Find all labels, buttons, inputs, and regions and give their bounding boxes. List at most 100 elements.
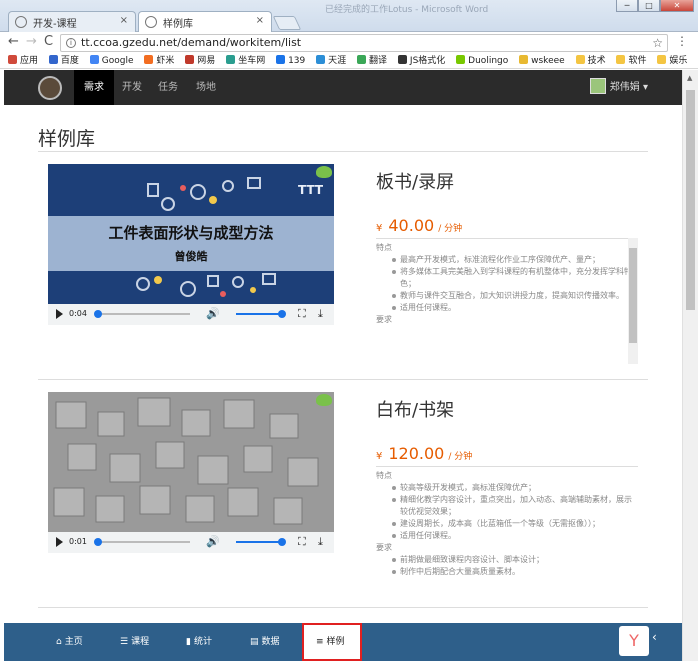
divider xyxy=(38,379,648,380)
download-icon[interactable]: ⤓ xyxy=(318,307,323,321)
window-title: 已经完成的工作Lotus - Microsoft Word xyxy=(325,5,489,15)
nav-item-develop[interactable]: 开发 xyxy=(112,70,152,105)
divider xyxy=(376,466,638,467)
bookmark-xiami[interactable]: 虾米 xyxy=(144,53,174,68)
app-navbar: 需求 开发 任务 场地 郑伟娟 ▾ xyxy=(4,70,682,105)
video-time: 0:04 xyxy=(69,309,87,318)
video-player[interactable] xyxy=(48,392,334,532)
forward-icon[interactable]: → xyxy=(26,35,37,49)
bookmark-js-format[interactable]: JS格式化 xyxy=(397,53,445,68)
bookmark-139[interactable]: 139 xyxy=(276,53,305,68)
folder-icon xyxy=(616,55,626,64)
watermark-icon xyxy=(316,394,332,406)
item-price: ¥120.00/ 分钟 xyxy=(376,444,472,463)
bottom-nav-courses[interactable]: ☰ 课程 xyxy=(108,623,161,661)
description-scrollbar[interactable] xyxy=(628,238,638,364)
requirements-heading: 要求 xyxy=(376,315,392,324)
bookmark-folder-software[interactable]: 软件 xyxy=(616,53,647,68)
minimize-button[interactable]: ─ xyxy=(616,0,638,12)
collapse-icon[interactable]: ‹ xyxy=(652,630,657,644)
video-player[interactable]: TTT 工件表面形状与成型方法 曾俊皓 xyxy=(48,164,334,304)
divider xyxy=(38,607,648,608)
google-icon xyxy=(89,55,99,64)
zuoche-icon xyxy=(226,55,236,64)
browser-tab-dev-course[interactable]: 开发-课程 × xyxy=(8,11,136,32)
back-icon[interactable]: ← xyxy=(8,35,19,49)
maximize-button[interactable]: □ xyxy=(638,0,660,12)
play-icon[interactable] xyxy=(56,309,63,319)
bookmark-label: 软件 xyxy=(628,56,647,66)
scrollbar-thumb[interactable] xyxy=(686,90,695,310)
tianya-icon xyxy=(316,55,326,64)
list-item: 适用任何课程。 xyxy=(392,302,634,314)
fullscreen-icon[interactable]: ⛶ xyxy=(298,307,306,321)
scrollbar-thumb[interactable] xyxy=(629,248,637,343)
volume-icon[interactable]: 🔊 xyxy=(206,307,220,320)
bookmark-translate[interactable]: 翻译 xyxy=(357,53,388,68)
fullscreen-icon[interactable]: ⛶ xyxy=(298,535,306,549)
price-unit: / 分钟 xyxy=(448,452,473,462)
bottom-nav-examples[interactable]: ≡ 样例 xyxy=(302,623,362,661)
window-controls: ─ □ ✕ xyxy=(616,0,694,14)
page-scrollbar[interactable]: ▲ xyxy=(682,70,698,661)
mail-icon xyxy=(276,55,286,64)
list-item: 最高产开发模式，标准流程化作业工序保障优产、量产； xyxy=(392,254,634,266)
price-unit: / 分钟 xyxy=(438,224,463,234)
scroll-up-icon[interactable]: ▲ xyxy=(687,74,692,82)
bookmark-google[interactable]: Google xyxy=(89,53,134,68)
tab-label: 样例库 xyxy=(163,19,193,30)
close-window-button[interactable]: ✕ xyxy=(660,0,694,12)
svg-text:TTT: TTT xyxy=(298,183,324,197)
bookmark-netease[interactable]: 网易 xyxy=(185,53,215,68)
database-icon: ▤ xyxy=(250,637,259,647)
volume-slider[interactable] xyxy=(236,313,282,315)
volume-slider[interactable] xyxy=(236,541,282,543)
list-item: 适用任何课程。 xyxy=(392,530,634,542)
bottom-nav-data[interactable]: ▤ 数据 xyxy=(238,623,292,661)
close-icon[interactable]: × xyxy=(256,15,264,26)
progress-track[interactable] xyxy=(96,313,190,315)
browser-tab-example-library[interactable]: 样例库 × xyxy=(138,11,272,32)
bookmark-zuoche[interactable]: 坐车网 xyxy=(226,53,266,68)
download-icon[interactable]: ⤓ xyxy=(318,535,323,549)
bookmark-star-icon[interactable]: ☆ xyxy=(652,35,663,51)
volume-handle[interactable] xyxy=(278,538,286,546)
play-icon[interactable] xyxy=(56,537,63,547)
nav-item-venue[interactable]: 场地 xyxy=(186,70,226,105)
bottom-nav-home[interactable]: ⌂ 主页 xyxy=(44,623,95,661)
progress-handle[interactable] xyxy=(94,310,102,318)
reload-icon[interactable]: C xyxy=(44,35,53,49)
user-menu[interactable]: 郑伟娟 ▾ xyxy=(589,70,648,105)
list-item: 教师与课件交互融合，加大知识讲授力度，提高知识传播效率。 xyxy=(392,290,634,302)
bookmark-folder-entertainment[interactable]: 娱乐 xyxy=(657,53,687,68)
new-tab-button[interactable] xyxy=(272,16,302,30)
bookmark-folder-tech[interactable]: 技术 xyxy=(575,53,606,68)
item-title: 白布/书架 xyxy=(376,400,455,421)
bookmark-apps[interactable]: 应用 xyxy=(8,53,38,68)
address-bar[interactable]: i tt.ccoa.gzedu.net/demand/workitem/list… xyxy=(60,34,668,52)
volume-handle[interactable] xyxy=(278,310,286,318)
volume-icon[interactable]: 🔊 xyxy=(206,535,220,548)
bookmark-label: 翻译 xyxy=(369,56,388,66)
bookmark-wskeee[interactable]: wskeee xyxy=(519,53,565,68)
browser-menu-icon[interactable]: ⋮ xyxy=(676,34,688,48)
xiami-icon xyxy=(144,55,154,64)
close-icon[interactable]: × xyxy=(120,15,128,26)
list-icon: ☰ xyxy=(120,637,129,647)
duolingo-icon xyxy=(456,55,466,64)
yii-debug-icon[interactable]: Y xyxy=(619,626,649,656)
info-icon[interactable]: i xyxy=(66,38,76,48)
bookmark-label: 坐车网 xyxy=(238,56,266,66)
bookmark-tianya[interactable]: 天涯 xyxy=(316,53,347,68)
bookmark-label: 天涯 xyxy=(328,56,347,66)
bookmark-duolingo[interactable]: Duolingo xyxy=(456,53,508,68)
progress-handle[interactable] xyxy=(94,538,102,546)
progress-track[interactable] xyxy=(96,541,190,543)
bookmark-label: wskeee xyxy=(531,56,565,66)
app-logo[interactable] xyxy=(38,76,62,100)
nav-item-task[interactable]: 任务 xyxy=(148,70,188,105)
apps-icon xyxy=(8,55,17,64)
nav-item-demand[interactable]: 需求 xyxy=(74,70,114,105)
bottom-nav-stats[interactable]: ▮ 统计 xyxy=(174,623,224,661)
bookmark-baidu[interactable]: 百度 xyxy=(48,53,79,68)
